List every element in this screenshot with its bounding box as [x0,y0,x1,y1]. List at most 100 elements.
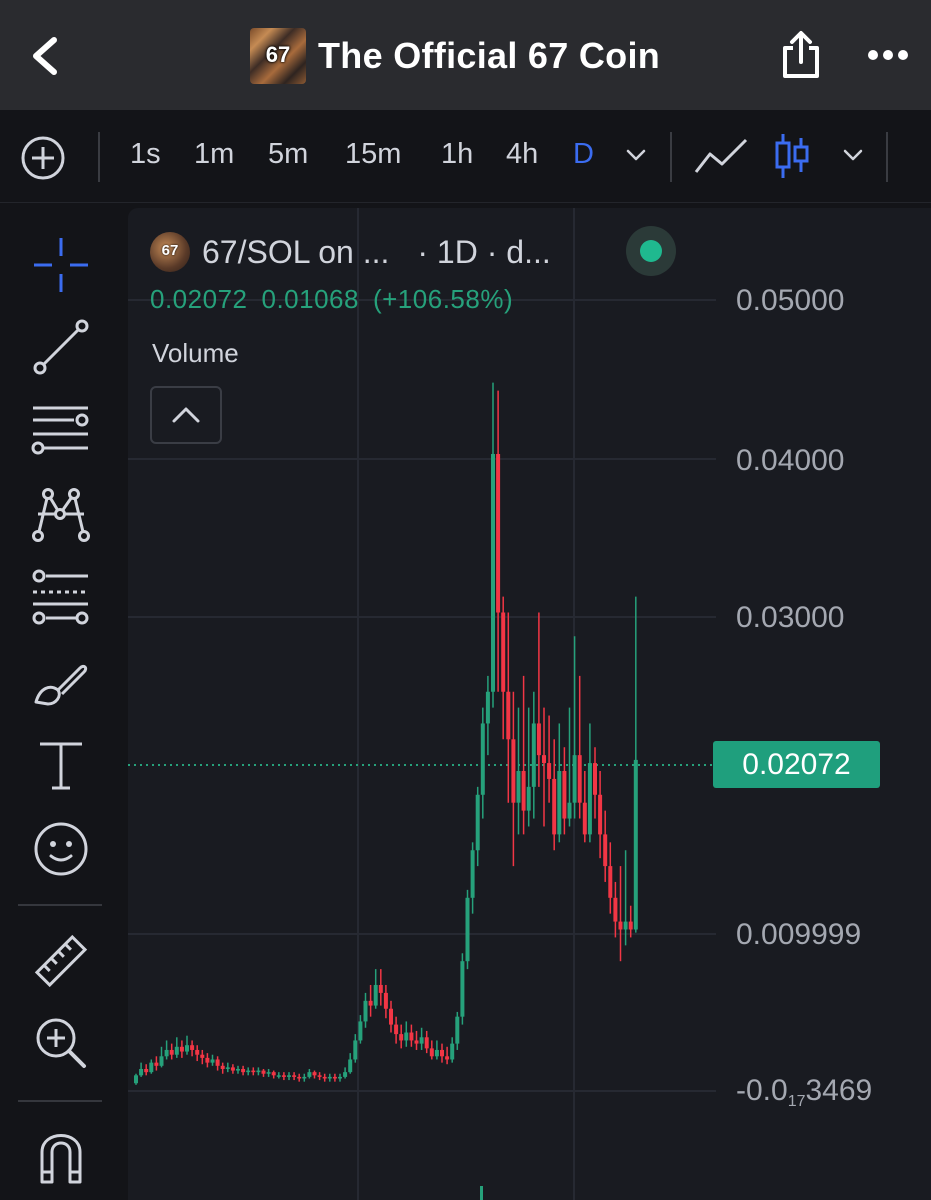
candle-body [276,1075,281,1077]
top-nav-bar: 67 The Official 67 Coin [0,0,931,110]
candle-body [475,794,480,851]
candle-body [195,1049,200,1055]
candle-body [577,755,582,803]
candlestick-chart[interactable] [128,208,931,1200]
brush-icon[interactable] [30,652,92,714]
candle-body [552,778,557,835]
candle-body [149,1062,154,1073]
chevron-down-icon[interactable] [625,148,647,162]
toolbar-divider [670,132,672,182]
timeframe-15m[interactable]: 15m [345,138,401,171]
timeframe-1s[interactable]: 1s [130,138,161,171]
candles-icon[interactable] [774,132,810,180]
candle-body [440,1049,444,1057]
candle-body [465,897,470,962]
candle-body [419,1037,424,1044]
candle-body [526,786,531,811]
last-price-tag: 0.02072 [713,741,880,788]
candle-body [251,1070,256,1073]
candle-body [246,1070,251,1073]
candle-body [429,1048,434,1057]
pattern-icon[interactable] [30,484,92,546]
candle-body [414,1040,419,1044]
coin-logo: 67 [250,28,306,84]
candle-body [394,1024,399,1035]
crosshair-icon[interactable] [30,234,92,296]
candle-body [322,1076,327,1079]
candle-body [343,1072,348,1077]
price-axis-label: 0.009999 [736,918,862,951]
price-info: 0.02072 0.01068 (+106.58%) [150,284,527,315]
timeframe-1m[interactable]: 1m [194,138,234,171]
line-chart-icon[interactable] [694,136,748,176]
candle-body [317,1075,322,1077]
magnet-icon[interactable] [30,1126,92,1188]
nav-title-group: 67 The Official 67 Coin [250,28,660,84]
candle-body [174,1046,179,1055]
candle-body [399,1034,404,1041]
candles-group [134,382,638,1085]
interval-info: · 1D · d... [417,233,551,270]
candle-body [598,794,603,835]
candle-body [179,1046,184,1052]
emoji-icon[interactable] [30,818,92,880]
price-axis-label: 0.05000 [736,284,845,317]
candle-body [256,1070,261,1073]
candle-body [134,1075,138,1084]
candle-body [460,961,465,1017]
horizontal-lines-icon[interactable] [30,400,92,462]
candle-body [603,834,608,867]
candle-body [139,1068,144,1076]
pair-name[interactable]: 67/SOL on ... [202,234,389,271]
text-icon[interactable] [30,734,92,796]
candle-body [327,1076,332,1079]
chart-panel[interactable]: 67 67/SOL on ... · 1D · d... 0.02072 0.01… [128,208,931,1200]
fib-icon[interactable] [30,566,92,628]
back-arrow-icon[interactable] [26,34,66,78]
timeframe-1h[interactable]: 1h [441,138,473,171]
share-icon[interactable] [780,30,822,80]
candle-body [368,1000,373,1006]
candle-body [271,1072,276,1076]
candle-body [608,866,613,898]
candle-body [225,1067,230,1069]
add-indicator-icon[interactable] [20,135,66,181]
candle-body [521,771,526,811]
timeframe-4h[interactable]: 4h [506,138,538,171]
chevron-up-icon [172,407,200,423]
candle-body [470,850,475,898]
candle-body [205,1057,210,1063]
tool-divider [18,1100,102,1102]
candle-body [480,723,485,795]
candle-body [164,1049,169,1057]
collapse-indicators-button[interactable] [150,386,222,444]
candle-body [531,723,536,787]
candle-body [542,755,546,764]
more-dots-icon[interactable] [866,46,910,64]
zoom-in-icon[interactable] [30,1012,92,1074]
candle-body [501,612,506,692]
trend-line-icon[interactable] [30,316,92,378]
chevron-down-icon[interactable] [842,148,864,162]
candle-body [348,1059,353,1073]
candle-body [373,984,378,1006]
candle-body [389,1008,393,1025]
ruler-icon[interactable] [30,930,92,992]
candle-body [536,723,541,756]
pair-logo-text: 67 [161,242,179,259]
candle-body [358,1021,363,1041]
candle-body [496,454,501,613]
candle-body [302,1076,307,1079]
candle-body [353,1040,358,1060]
candle-body [215,1059,220,1066]
candle-body [210,1059,215,1063]
candle-body [338,1076,342,1079]
candle-body [450,1043,455,1060]
candle-body [154,1062,159,1066]
timeframe-d[interactable]: D [573,138,594,171]
candle-body [424,1037,429,1049]
market-status[interactable] [626,226,676,276]
timeframe-5m[interactable]: 5m [268,138,308,171]
candle-body [312,1072,317,1076]
candle-body [491,454,495,692]
